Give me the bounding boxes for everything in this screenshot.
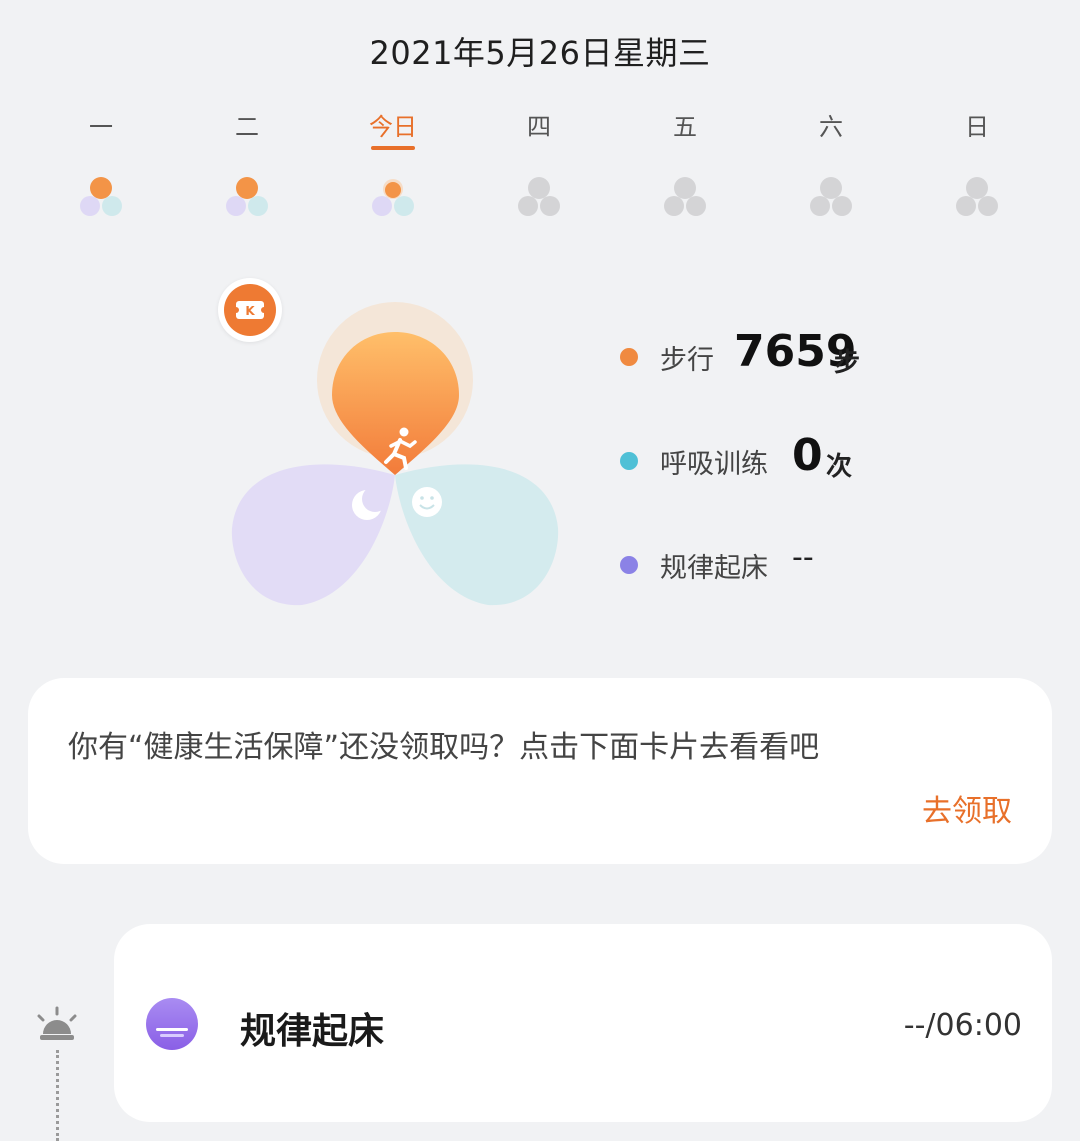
day-label: 六 [819, 113, 843, 141]
promo-message: 你有“健康生活保障”还没领取吗？点击下面卡片去看看吧 [68, 730, 820, 765]
alarm-bell-icon [37, 1006, 77, 1040]
svg-text:K: K [245, 304, 255, 318]
timeline-connector [56, 1050, 59, 1141]
day-thu[interactable]: 四 [466, 110, 612, 220]
stat-unit: 步 [834, 348, 861, 378]
stat-label: 步行 [660, 345, 714, 376]
stat-value: -- [792, 540, 814, 575]
active-underline [371, 146, 415, 150]
day-mon[interactable]: 一 [28, 110, 174, 220]
mini-flower-icon [226, 177, 268, 216]
task-time: --/06:00 [903, 1008, 1022, 1043]
day-label: 五 [673, 113, 697, 141]
breath-dot [620, 452, 638, 470]
date-title: 2021年5月26日星期三 [369, 34, 711, 72]
stat-label: 规律起床 [660, 553, 768, 584]
task-title: 规律起床 [240, 1011, 385, 1052]
mini-flower-icon [372, 179, 414, 216]
mini-flower-icon [810, 177, 852, 216]
day-label: 一 [89, 113, 113, 141]
wake-up-icon [146, 998, 198, 1050]
day-tue[interactable]: 二 [174, 110, 320, 220]
stat-unit: 次 [826, 452, 853, 482]
day-label: 日 [965, 113, 989, 141]
day-fri[interactable]: 五 [612, 110, 758, 220]
day-label: 今日 [369, 113, 417, 141]
mini-flower-icon [518, 177, 560, 216]
walk-dot [620, 348, 638, 366]
claim-button[interactable]: 去领取 [922, 786, 1012, 830]
promo-card[interactable]: 你有“健康生活保障”还没领取吗？点击下面卡片去看看吧 去领取 [28, 678, 1052, 864]
mini-flower-icon [664, 177, 706, 216]
day-label: 二 [235, 113, 259, 141]
day-label: 四 [527, 113, 551, 141]
wake-dot [620, 556, 638, 574]
day-today[interactable]: 今日 [320, 110, 466, 220]
stat-value: 0 [792, 430, 823, 481]
day-sun[interactable]: 日 [904, 110, 1050, 220]
day-sat[interactable]: 六 [758, 110, 904, 220]
task-card-wake[interactable]: 规律起床 --/06:00 [114, 924, 1052, 1122]
stat-label: 呼吸训练 [660, 449, 768, 480]
ticket-badge[interactable]: K [218, 278, 282, 342]
smile-icon [412, 487, 442, 517]
ticket-icon: K [224, 284, 276, 336]
week-selector: 一 二 今日 四 五 六 日 [28, 110, 1052, 220]
mini-flower-icon [80, 177, 122, 216]
mini-flower-icon [956, 177, 998, 216]
